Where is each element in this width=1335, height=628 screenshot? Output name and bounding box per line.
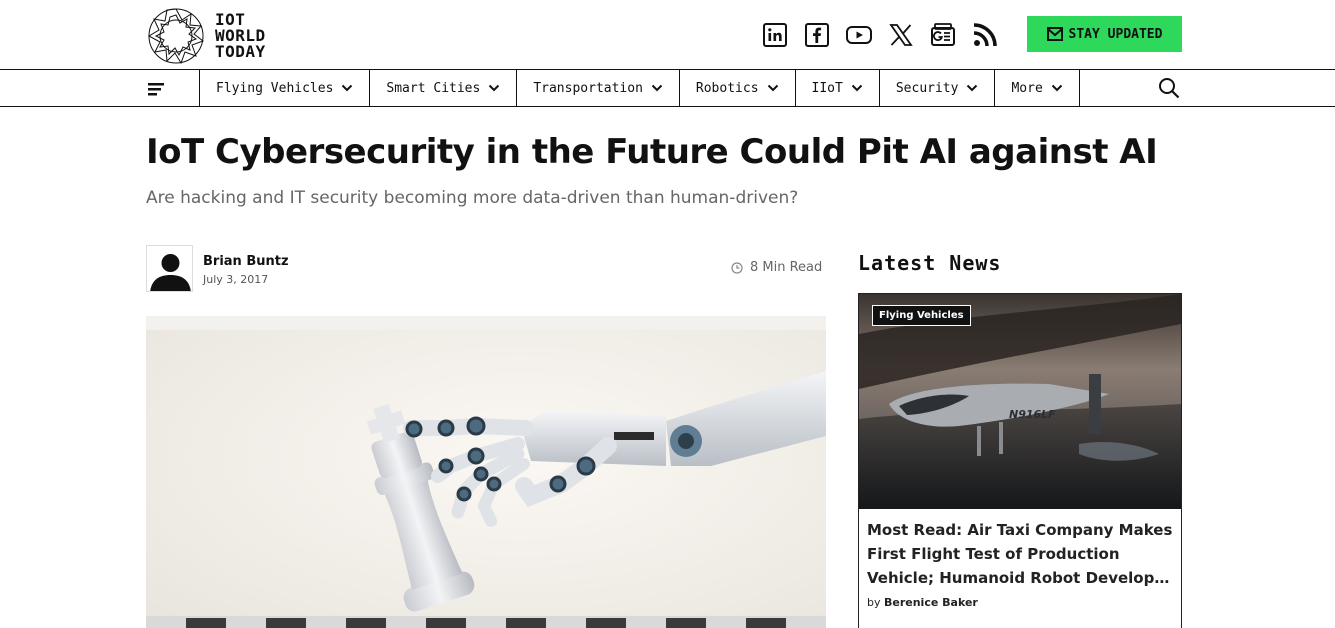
news-card-image[interactable]: N916LF Flying Vehicles	[859, 294, 1181, 509]
news-card[interactable]: N916LF Flying Vehicles Most Read: Air Ta…	[858, 293, 1182, 628]
author-name[interactable]: Brian Buntz	[203, 254, 289, 269]
facebook-icon[interactable]	[804, 22, 830, 48]
nav-item-transportation[interactable]: Transportation	[516, 70, 679, 106]
chevron-down-icon	[651, 84, 663, 92]
article-subtitle: Are hacking and IT security becoming mor…	[146, 188, 799, 208]
plane-registration: N916LF	[1009, 408, 1056, 421]
search-icon[interactable]	[1158, 77, 1180, 99]
nav-item-label: Flying Vehicles	[216, 80, 334, 96]
chevron-down-icon	[967, 84, 978, 92]
nav-item-smart-cities[interactable]: Smart Cities	[369, 70, 516, 106]
author-avatar[interactable]	[146, 245, 193, 292]
publish-date: July 3, 2017	[203, 273, 269, 286]
nav-item-label: Transportation	[533, 80, 643, 96]
nav-item-security[interactable]: Security	[878, 70, 995, 106]
logo-wordmark: IOT WORLD TODAY	[215, 12, 266, 60]
news-card-headline[interactable]: Most Read: Air Taxi Company Makes First …	[867, 518, 1177, 590]
nav-item-iiot[interactable]: IIoT	[794, 70, 879, 106]
chevron-down-icon	[1051, 84, 1062, 92]
nav-items: Flying Vehicles Smart Cities Transportat…	[199, 70, 1080, 106]
chevron-down-icon	[851, 84, 863, 92]
nav-item-flying-vehicles[interactable]: Flying Vehicles	[199, 70, 369, 106]
logo-line: TODAY	[215, 42, 266, 61]
mail-icon	[1046, 27, 1063, 41]
nav-item-robotics[interactable]: Robotics	[678, 70, 795, 106]
x-icon[interactable]	[888, 22, 914, 48]
menu-icon[interactable]	[146, 79, 166, 99]
author-meta: Brian Buntz July 3, 2017	[203, 254, 289, 286]
nav-item-label: IIoT	[811, 80, 843, 96]
main-navigation: Flying Vehicles Smart Cities Transportat…	[0, 69, 1335, 107]
nav-item-more[interactable]: More	[994, 70, 1080, 106]
rss-icon[interactable]	[972, 22, 998, 48]
nav-item-label: Smart Cities	[386, 80, 481, 96]
robot-hand-chess-illustration	[146, 316, 826, 628]
latest-news-heading: Latest News	[858, 251, 1002, 275]
youtube-icon[interactable]	[846, 22, 872, 48]
category-tag[interactable]: Flying Vehicles	[872, 305, 971, 326]
news-card-byline: by Berenice Baker	[867, 596, 978, 609]
nav-item-label: Robotics	[695, 80, 759, 96]
author-block: Brian Buntz July 3, 2017	[146, 245, 289, 292]
stay-updated-button[interactable]: STAY UPDATED	[1027, 16, 1182, 52]
article-hero-image	[146, 316, 826, 628]
byline-prefix: by	[867, 596, 881, 609]
social-links	[762, 22, 998, 48]
article-title: IoT Cybersecurity in the Future Could Pi…	[146, 132, 1158, 172]
nav-item-label: Security	[895, 80, 959, 96]
stay-updated-label: STAY UPDATED	[1068, 26, 1163, 42]
site-logo[interactable]: IOT WORLD TODAY	[146, 6, 266, 66]
read-time-label: 8 Min Read	[750, 260, 823, 275]
chevron-down-icon	[489, 84, 500, 92]
read-time: 8 Min Read	[731, 260, 822, 275]
nav-item-label: More	[1011, 80, 1043, 96]
google-news-icon[interactable]	[930, 22, 956, 48]
site-header: IOT WORLD TODAY STAY UPDATED	[0, 0, 1335, 70]
chevron-down-icon	[342, 84, 353, 92]
linkedin-icon[interactable]	[762, 22, 788, 48]
clock-icon	[731, 261, 743, 274]
chevron-down-icon	[767, 84, 778, 92]
news-card-author[interactable]: Berenice Baker	[884, 596, 978, 609]
air-taxi-photo	[859, 294, 1181, 509]
person-silhouette-icon	[150, 254, 191, 291]
logo-mark-icon	[147, 8, 205, 65]
